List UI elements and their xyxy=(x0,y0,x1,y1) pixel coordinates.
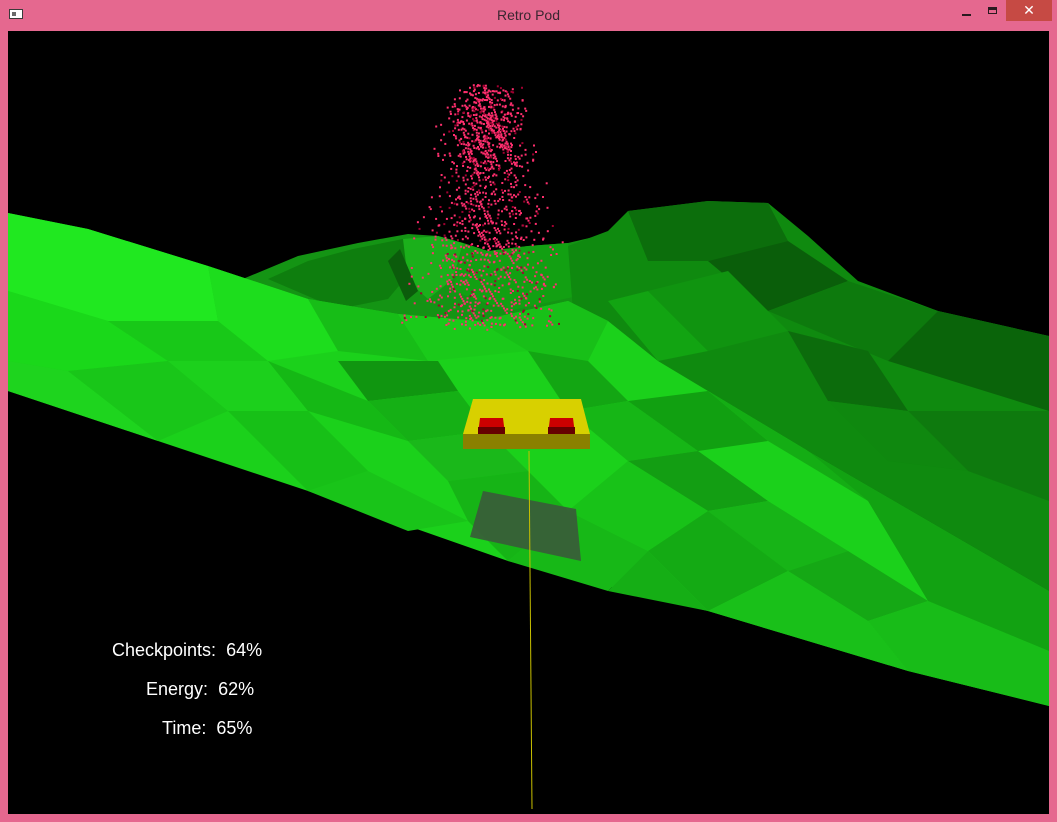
energy-label: Energy: xyxy=(146,679,209,699)
app-window: Retro Pod ✕ Checkpoints: 64% Energy: 62%… xyxy=(0,0,1057,822)
hud-checkpoints: Checkpoints: 64% xyxy=(112,640,262,661)
energy-value: 62% xyxy=(218,679,255,699)
close-button[interactable]: ✕ xyxy=(1006,0,1052,21)
minimize-icon xyxy=(961,13,971,16)
hud-energy: Energy: 62% xyxy=(146,679,254,700)
checkpoints-label: Checkpoints: xyxy=(112,640,217,660)
time-value: 65% xyxy=(216,718,253,738)
checkpoints-value: 64% xyxy=(226,640,263,660)
hud-time: Time: 65% xyxy=(162,718,252,739)
minimize-button[interactable] xyxy=(952,0,980,21)
maximize-icon xyxy=(987,7,997,14)
window-title: Retro Pod xyxy=(496,7,561,23)
title-bar[interactable]: Retro Pod ✕ xyxy=(0,0,1057,31)
hud: Checkpoints: 64% Energy: 62% Time: 65% xyxy=(8,31,1049,814)
game-viewport[interactable]: Checkpoints: 64% Energy: 62% Time: 65% xyxy=(8,31,1049,814)
maximize-button[interactable] xyxy=(978,0,1006,21)
close-icon: ✕ xyxy=(1023,2,1035,18)
time-label: Time: xyxy=(162,718,207,738)
